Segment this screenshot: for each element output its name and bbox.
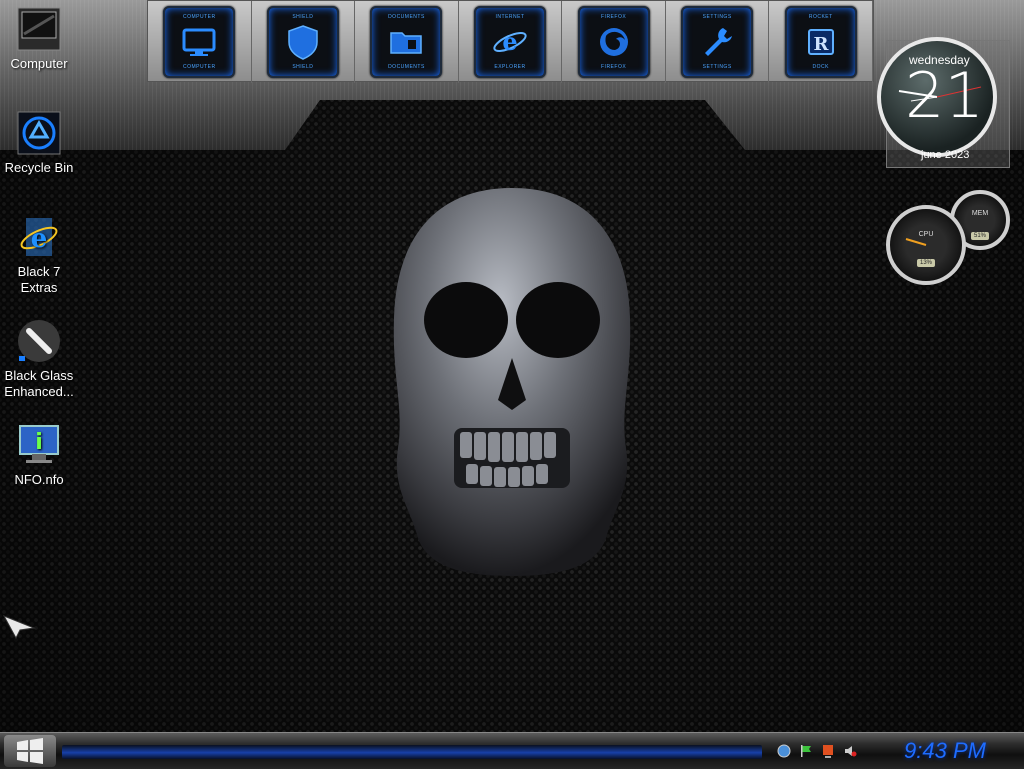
desktop-icon-nfo[interactable]: i NFO.nfo — [0, 422, 79, 488]
dock-caption-bottom: DOCUMENTS — [388, 64, 425, 70]
dock-item-firefox[interactable]: FIREFOX FIREFOX — [562, 1, 666, 83]
cpu-gauge[interactable]: CPU 13% — [886, 205, 966, 285]
monitor-icon: COMPUTER COMPUTER — [163, 6, 236, 78]
clock-face: wednesday 21 — [877, 37, 997, 157]
dock-caption-bottom: COMPUTER — [182, 64, 216, 70]
monitor-icon — [16, 6, 62, 52]
dock-caption-bottom: DOCK — [812, 64, 829, 70]
internet-explorer-icon: INTERNET e EXPLORER — [474, 6, 547, 78]
system-tray — [776, 737, 858, 765]
dock-caption-top: INTERNET — [495, 14, 525, 20]
svg-text:e: e — [502, 27, 517, 56]
desktop-icon-recycle-bin[interactable]: Recycle Bin — [0, 110, 79, 176]
desktop-icon-label: Recycle Bin — [4, 160, 74, 175]
dock-item-shield[interactable]: SHIELD SHIELD — [252, 1, 356, 83]
wrench-icon: SETTINGS SETTINGS — [681, 6, 754, 78]
dock-caption-top: SETTINGS — [702, 14, 732, 20]
cpu-gauge-readout: 13% — [916, 259, 936, 267]
start-button[interactable] — [4, 735, 56, 767]
dock-caption-top: DOCUMENTS — [388, 14, 425, 20]
clock-month-year: june 2023 — [921, 149, 970, 161]
desktop: COMPUTER COMPUTER SHIELD SHIELD DOCUMENT… — [0, 0, 1024, 732]
dock-item-internet-explorer[interactable]: INTERNET e EXPLORER — [459, 1, 563, 83]
dock-item-rocket-dock[interactable]: ROCKET R DOCK — [769, 1, 874, 83]
brush-icon — [16, 318, 62, 364]
taskbar-clock[interactable]: 9:43 PM — [890, 735, 1000, 767]
desktop-icon-label: NFO.nfo — [14, 472, 64, 487]
dock-caption-bottom: EXPLORER — [494, 64, 526, 70]
desktop-icon-black-glass-enhanced[interactable]: Black Glass Enhanced... — [0, 318, 79, 400]
mouse-pointer-icon — [2, 615, 36, 640]
folder-icon: DOCUMENTS DOCUMENTS — [370, 6, 443, 78]
rocket-dock-icon: ROCKET R DOCK — [784, 6, 857, 78]
taskbar: 9:43 PM — [0, 732, 1024, 769]
desktop-icon-label: Black Glass Enhanced... — [4, 368, 74, 399]
dock-caption-top: ROCKET — [808, 14, 833, 20]
dock-item-settings[interactable]: SETTINGS SETTINGS — [666, 1, 770, 83]
dock-caption-top: FIREFOX — [601, 14, 627, 20]
desktop-icon-label: Black 7 Extras — [17, 264, 61, 295]
windows-logo-icon — [17, 738, 43, 764]
dock-caption-bottom: SETTINGS — [702, 64, 732, 70]
shield-icon: SHIELD SHIELD — [266, 6, 339, 78]
display-icon[interactable] — [820, 743, 836, 759]
desktop-icon-black-7-extras[interactable]: e Black 7 Extras — [0, 214, 79, 296]
internet-explorer-icon: e — [16, 214, 62, 260]
cpu-needle-icon — [905, 238, 927, 246]
action-center-flag-icon[interactable] — [798, 743, 814, 759]
dock-caption-bottom: FIREFOX — [601, 64, 627, 70]
cpu-gauge-label: CPU — [918, 231, 934, 238]
dock-item-computer[interactable]: COMPUTER COMPUTER — [148, 1, 252, 83]
skull-wallpaper — [393, 188, 631, 576]
svg-text:i: i — [35, 430, 43, 455]
desktop-icon-label: Computer — [10, 56, 68, 71]
info-monitor-icon: i — [16, 422, 62, 468]
recycle-icon — [16, 110, 62, 156]
svg-text:e: e — [31, 224, 48, 254]
memory-gauge-readout: 51% — [970, 232, 990, 240]
dock-item-documents[interactable]: DOCUMENTS DOCUMENTS — [355, 1, 459, 83]
speaker-icon[interactable] — [842, 743, 858, 759]
clock-gadget[interactable]: wednesday 21 june 2023 — [877, 37, 1010, 168]
network-icon[interactable] — [776, 743, 792, 759]
dock-caption-top: SHIELD — [292, 14, 314, 20]
dock-caption-bottom: SHIELD — [292, 64, 314, 70]
svg-text:R: R — [813, 34, 829, 55]
taskbar-strip[interactable] — [62, 745, 762, 759]
rocket-dock: COMPUTER COMPUTER SHIELD SHIELD DOCUMENT… — [147, 0, 874, 83]
firefox-icon: FIREFOX FIREFOX — [577, 6, 650, 78]
dock-caption-top: COMPUTER — [182, 14, 216, 20]
clock-day-number: 21 — [905, 59, 984, 132]
desktop-icon-computer[interactable]: Computer — [0, 6, 79, 72]
